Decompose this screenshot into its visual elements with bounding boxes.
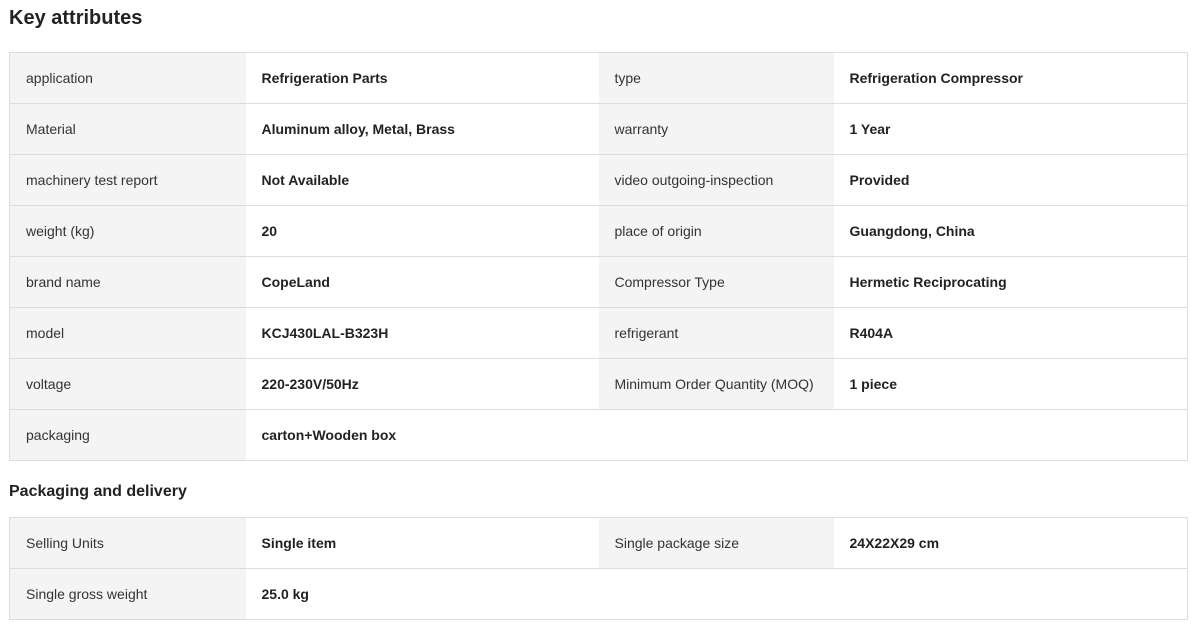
attribute-label: brand name <box>9 256 246 308</box>
attribute-label: place of origin <box>598 205 834 257</box>
empty-cell <box>833 409 1188 461</box>
attribute-value: Provided <box>833 154 1188 206</box>
attribute-value: Aluminum alloy, Metal, Brass <box>245 103 599 155</box>
attribute-value: 24X22X29 cm <box>833 517 1188 569</box>
attribute-label: packaging <box>9 409 246 461</box>
attribute-label: Single package size <box>598 517 834 569</box>
attribute-label: model <box>9 307 246 359</box>
table-row: voltage 220-230V/50Hz Minimum Order Quan… <box>9 358 1188 410</box>
table-row: weight (kg) 20 place of origin Guangdong… <box>9 205 1188 257</box>
table-row: Single gross weight 25.0 kg <box>9 568 1188 620</box>
attribute-value: 220-230V/50Hz <box>245 358 599 410</box>
attribute-label: Compressor Type <box>598 256 834 308</box>
attribute-value: Single item <box>245 517 599 569</box>
table-row: Material Aluminum alloy, Metal, Brass wa… <box>9 103 1188 155</box>
attribute-value: 1 piece <box>833 358 1188 410</box>
attribute-value: Refrigeration Parts <box>245 52 599 104</box>
key-attributes-title: Key attributes <box>9 7 143 29</box>
attribute-value: CopeLand <box>245 256 599 308</box>
attribute-value: R404A <box>833 307 1188 359</box>
attribute-label: Minimum Order Quantity (MOQ) <box>598 358 834 410</box>
attribute-value: Guangdong, China <box>833 205 1188 257</box>
packaging-delivery-table: Selling Units Single item Single package… <box>9 517 1188 620</box>
empty-cell <box>598 568 834 620</box>
attribute-label: type <box>598 52 834 104</box>
packaging-delivery-title: Packaging and delivery <box>9 483 187 500</box>
key-attributes-table: application Refrigeration Parts type Ref… <box>9 52 1188 461</box>
attribute-value: 1 Year <box>833 103 1188 155</box>
empty-cell <box>833 568 1188 620</box>
attribute-label: warranty <box>598 103 834 155</box>
attribute-label: voltage <box>9 358 246 410</box>
attribute-label: application <box>9 52 246 104</box>
attribute-label: video outgoing-inspection <box>598 154 834 206</box>
table-row: packaging carton+Wooden box <box>9 409 1188 461</box>
attribute-value: carton+Wooden box <box>245 409 599 461</box>
table-row: Selling Units Single item Single package… <box>9 517 1188 569</box>
empty-cell <box>598 409 834 461</box>
table-row: brand name CopeLand Compressor Type Herm… <box>9 256 1188 308</box>
table-row: model KCJ430LAL-B323H refrigerant R404A <box>9 307 1188 359</box>
attribute-label: weight (kg) <box>9 205 246 257</box>
attribute-label: machinery test report <box>9 154 246 206</box>
attribute-label: Selling Units <box>9 517 246 569</box>
attribute-label: Material <box>9 103 246 155</box>
attribute-value: Refrigeration Compressor <box>833 52 1188 104</box>
attribute-label: Single gross weight <box>9 568 246 620</box>
attribute-label: refrigerant <box>598 307 834 359</box>
attribute-value: 25.0 kg <box>245 568 599 620</box>
attribute-value: Hermetic Reciprocating <box>833 256 1188 308</box>
attribute-value: 20 <box>245 205 599 257</box>
attribute-value: KCJ430LAL-B323H <box>245 307 599 359</box>
table-row: machinery test report Not Available vide… <box>9 154 1188 206</box>
attribute-value: Not Available <box>245 154 599 206</box>
table-row: application Refrigeration Parts type Ref… <box>9 52 1188 104</box>
